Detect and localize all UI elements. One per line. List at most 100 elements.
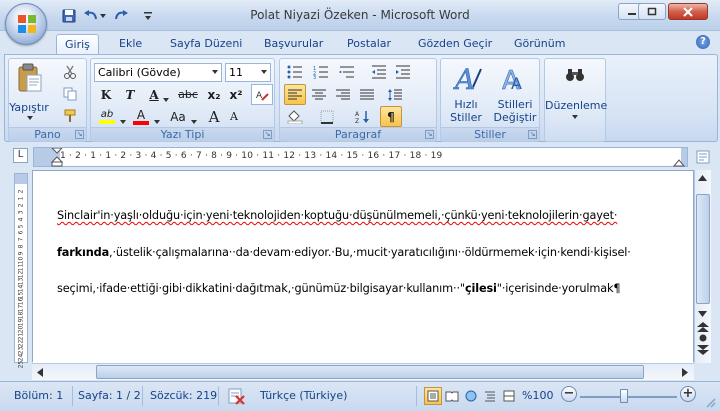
numbering-button[interactable]: 123 [310, 61, 332, 82]
font-dialog-launcher[interactable]: ↘ [263, 130, 272, 139]
customize-qat-icon[interactable] [142, 7, 154, 25]
tab-selector[interactable]: L [13, 148, 28, 163]
paste-icon [18, 63, 42, 92]
status-divider [218, 386, 219, 406]
change-case-dropdown-icon[interactable] [191, 114, 197, 127]
zoom-out-button[interactable]: − [561, 386, 577, 402]
font-color-dropdown-icon[interactable] [154, 114, 160, 127]
tab-gorunum[interactable]: Görünüm [506, 34, 573, 55]
vertical-scroll-thumb[interactable] [696, 194, 710, 304]
save-icon[interactable] [60, 7, 78, 25]
change-case-button[interactable]: Aa [165, 106, 191, 127]
subscript-button[interactable]: x₂ [203, 84, 225, 105]
right-indent-marker-icon[interactable] [673, 157, 685, 167]
bullets-button[interactable] [284, 61, 306, 82]
zoom-slider-track[interactable] [580, 396, 677, 398]
redo-icon[interactable] [112, 7, 130, 25]
previous-page-icon[interactable] [697, 322, 709, 332]
status-section[interactable]: Bölüm: 1 [14, 389, 63, 402]
borders-button[interactable] [316, 106, 338, 127]
copy-button[interactable] [59, 83, 81, 104]
select-browse-object-icon[interactable] [699, 334, 707, 342]
highlight-dropdown-icon[interactable] [120, 114, 126, 127]
zoom-slider-thumb[interactable] [620, 389, 628, 403]
proofing-icon[interactable] [228, 387, 246, 405]
multilevel-list-button[interactable] [336, 61, 358, 82]
bold-button[interactable]: K [95, 84, 117, 105]
tab-basvurular[interactable]: Başvurular [256, 34, 331, 55]
doc-line-3[interactable]: seçimi,·ifade·ettiği·gibi·dikkatini·dağı… [57, 282, 621, 295]
paragraph-dialog-launcher[interactable]: ↘ [425, 130, 434, 139]
horizontal-ruler[interactable]: 1 · 2 · 1 · 1 · 2 · 3 · 4 · 5 · 6 · 7 · … [33, 147, 688, 167]
paste-button[interactable]: Yapıştır [9, 61, 49, 125]
resize-grip-icon[interactable] [704, 396, 716, 408]
close-button[interactable] [668, 3, 708, 20]
scroll-right-icon[interactable] [682, 368, 688, 377]
strikethrough-button[interactable]: abc [175, 84, 201, 105]
font-color-button[interactable]: A [129, 106, 153, 127]
tab-sayfa-duzeni[interactable]: Sayfa Düzeni [162, 34, 250, 55]
increase-indent-button[interactable] [392, 61, 414, 82]
tab-postalar[interactable]: Postalar [339, 34, 399, 55]
pano-dialog-launcher[interactable]: ↘ [75, 130, 84, 139]
highlight-button[interactable]: ab [95, 106, 119, 127]
align-left-button[interactable] [284, 84, 306, 105]
font-size-combo[interactable]: 11 [225, 63, 271, 82]
doc-line-1[interactable]: Sinclair'in·yaşlı·olduğu·için·yeni·tekno… [57, 209, 617, 222]
tab-ekle[interactable]: Ekle [111, 34, 150, 55]
grow-font-button[interactable]: A [203, 106, 225, 127]
styles-dialog-launcher[interactable]: ↘ [528, 130, 537, 139]
scroll-up-icon[interactable] [698, 175, 707, 181]
align-right-button[interactable] [332, 84, 354, 105]
underline-dropdown-icon[interactable] [163, 92, 169, 105]
change-styles-button[interactable]: AA Stilleri Değiştir [491, 61, 539, 127]
decrease-indent-button[interactable] [368, 61, 390, 82]
undo-dropdown-icon[interactable] [98, 7, 108, 25]
zoom-level[interactable]: %100 [522, 389, 553, 402]
cut-button[interactable] [59, 61, 81, 82]
restore-button[interactable] [638, 3, 666, 20]
restore-icon [647, 7, 657, 16]
outline-view-button[interactable] [481, 387, 499, 405]
justify-button[interactable] [356, 84, 378, 105]
underline-button[interactable]: A [143, 84, 165, 105]
web-layout-view-button[interactable] [462, 387, 480, 405]
line-spacing-button[interactable] [384, 84, 406, 105]
print-layout-view-button[interactable] [424, 387, 442, 405]
superscript-button[interactable]: x² [225, 84, 247, 105]
scroll-left-icon[interactable] [37, 368, 43, 377]
indent-marker-icon[interactable] [51, 148, 63, 167]
tab-giris[interactable]: Giriş [56, 34, 99, 55]
clear-formatting-button[interactable]: A [251, 84, 273, 105]
status-words[interactable]: Sözcük: 219 [150, 389, 217, 402]
quick-styles-button[interactable]: A Hızlı Stiller [443, 61, 489, 127]
show-hide-button[interactable]: ¶ [380, 106, 402, 127]
vertical-scrollbar[interactable] [694, 170, 711, 363]
full-screen-reading-button[interactable] [443, 387, 461, 405]
italic-button[interactable]: T [119, 84, 141, 105]
format-painter-button[interactable] [59, 105, 81, 126]
font-name-combo[interactable]: Calibri (Gövde) [94, 63, 222, 82]
next-page-icon[interactable] [697, 345, 709, 355]
office-button[interactable] [5, 3, 47, 45]
horizontal-scroll-thumb[interactable] [96, 365, 644, 379]
status-language[interactable]: Türkçe (Türkiye) [260, 389, 347, 402]
doc-line-2[interactable]: farkında,·üstelik·çalışmalarına··da·deva… [57, 246, 631, 259]
help-icon[interactable]: ? [696, 35, 710, 49]
document-page[interactable]: Sinclair'in·yaşlı·olduğu·için·yeni·tekno… [33, 171, 693, 371]
tab-gozden-gecir[interactable]: Gözden Geçir [410, 34, 500, 55]
align-center-button[interactable] [308, 84, 330, 105]
scroll-down-icon[interactable] [698, 311, 707, 317]
group-editing[interactable]: Düzenleme [544, 58, 607, 142]
shrink-font-button[interactable]: A [223, 106, 245, 127]
vertical-ruler[interactable]: 2 1 2 3 4 5 6 7 8 9 10 11 12 13 14 15 16 17 18 19 20 21 22 23 24… [14, 173, 28, 368]
shading-button[interactable] [284, 106, 306, 127]
view-ruler-icon[interactable] [696, 150, 710, 164]
horizontal-scrollbar[interactable] [32, 363, 694, 380]
zoom-in-button[interactable]: + [680, 386, 696, 402]
status-page[interactable]: Sayfa: 1 / 2 [78, 389, 141, 402]
sort-button[interactable]: AZ [352, 106, 374, 127]
eraser-icon: A [256, 91, 269, 101]
ribbon-tabs: Giriş Ekle Sayfa Düzeni Başvurular Posta… [0, 31, 720, 55]
draft-view-button[interactable] [500, 387, 518, 405]
